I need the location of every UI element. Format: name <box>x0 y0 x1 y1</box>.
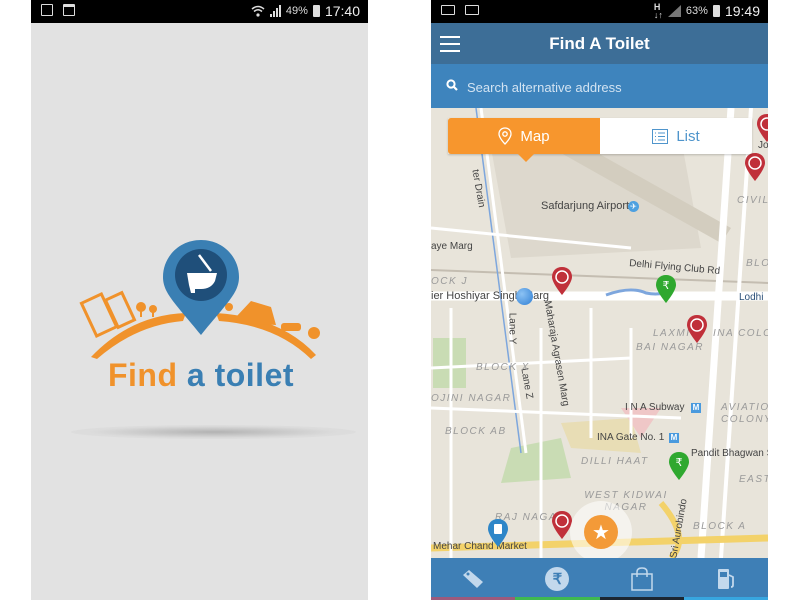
map-screen: H ↓↑ 63% 19:49 Find A Toilet Search alte… <box>431 0 768 600</box>
map-label: EAST <box>739 474 768 485</box>
metro-icon: M <box>691 403 701 413</box>
battery-icon <box>312 5 320 17</box>
shopping-bag-icon <box>630 567 653 591</box>
fuel-station-marker[interactable] <box>487 518 509 548</box>
free-toilet-marker[interactable] <box>756 113 768 143</box>
logo-text: Find a toilet <box>107 357 295 393</box>
map-label: DILLI HAAT <box>581 456 649 467</box>
trees-icon <box>136 302 157 317</box>
splash-screen: 49% 17:40 Find a toilet <box>31 0 368 600</box>
svg-text:₹: ₹ <box>676 457 683 469</box>
map-label: OCK J <box>431 276 468 287</box>
svg-text:₹: ₹ <box>663 280 670 292</box>
map-label: INA Gate No. 1 <box>597 432 665 443</box>
mail-icon <box>465 5 479 15</box>
map-label: WEST KIDWAI NAGAR <box>584 490 668 513</box>
map-label: CIVIL <box>737 195 768 206</box>
logo-shadow <box>71 425 356 439</box>
bottom-nav: ₹ <box>431 558 768 600</box>
airport-icon: ✈ <box>628 201 639 212</box>
wifi-icon <box>251 5 265 17</box>
map-label: Safdarjung Airport <box>541 200 630 212</box>
map-label: I N A Subway <box>625 402 685 413</box>
app-logo: Find a toilet <box>71 235 331 395</box>
rupee-icon: ₹ <box>545 567 570 591</box>
settings-mail-icon <box>441 5 455 15</box>
map-label: Lodhi <box>739 292 764 303</box>
current-location-marker <box>516 288 533 305</box>
map-label: aye Marg <box>431 241 473 252</box>
map-label: AVIATION COLONY <box>721 402 768 425</box>
map-label: BLOCK AB <box>445 426 507 437</box>
clock: 19:49 <box>724 3 760 19</box>
tab-map-label: Map <box>520 127 550 145</box>
h-plus-data-icon: H ↓↑ <box>653 2 663 20</box>
map-label: Mehar Chand Market <box>433 541 527 552</box>
battery-percent: 63% <box>685 5 708 17</box>
nav-shopping[interactable] <box>599 558 684 600</box>
free-toilet-marker[interactable] <box>551 510 573 540</box>
list-icon <box>652 128 669 144</box>
logo-graphic <box>79 240 320 359</box>
star-icon: ★ <box>592 521 610 544</box>
map-view[interactable]: Safdarjung Airport ✈ Delhi Flying Club R… <box>431 108 768 558</box>
status-bar: H ↓↑ 63% 19:49 <box>431 0 768 23</box>
nav-free[interactable] <box>431 558 516 600</box>
signal-icon <box>269 5 281 17</box>
tab-list[interactable]: List <box>600 118 752 154</box>
search-icon <box>446 79 458 91</box>
tab-map[interactable]: Map <box>448 118 600 162</box>
free-tag-icon <box>463 570 484 588</box>
page-title: Find A Toilet <box>549 34 650 53</box>
search-bar <box>431 64 768 108</box>
location-pin-icon <box>498 127 513 145</box>
favorites-button[interactable]: ★ <box>584 515 618 549</box>
nav-paid[interactable]: ₹ <box>515 558 600 600</box>
signal-icon <box>667 5 681 17</box>
clock: 17:40 <box>324 3 360 19</box>
nav-fuel[interactable] <box>683 558 768 600</box>
app-bar: Find A Toilet <box>431 23 768 64</box>
map-label: INA COLO <box>713 328 768 339</box>
paid-toilet-marker[interactable]: ₹ <box>668 451 690 481</box>
fuel-pump-icon <box>717 569 734 589</box>
battery-percent: 49% <box>285 5 308 17</box>
search-input[interactable] <box>465 73 759 101</box>
map-label: OJINI NAGAR <box>431 393 512 404</box>
view-toggle: Map List <box>448 118 752 162</box>
map-label: LAXMI <box>653 328 691 339</box>
paid-toilet-marker[interactable]: ₹ <box>655 274 677 304</box>
map-label: BLOCK X <box>476 362 530 373</box>
metro-icon: M <box>669 433 679 443</box>
free-toilet-marker[interactable] <box>744 152 766 182</box>
free-toilet-marker[interactable] <box>686 314 708 344</box>
map-label: Lane Y <box>506 312 518 345</box>
city-arc-left <box>91 313 186 359</box>
map-label: BLO <box>746 258 768 269</box>
clipboard-check-icon <box>63 4 75 16</box>
free-toilet-marker[interactable] <box>551 266 573 296</box>
tab-list-label: List <box>676 127 700 145</box>
map-label: BLOCK A <box>693 521 747 532</box>
gallery-icon <box>41 4 53 16</box>
status-bar: 49% 17:40 <box>31 0 368 23</box>
battery-icon <box>712 5 720 17</box>
map-label: Pandit Bhagwan S <box>691 448 768 459</box>
